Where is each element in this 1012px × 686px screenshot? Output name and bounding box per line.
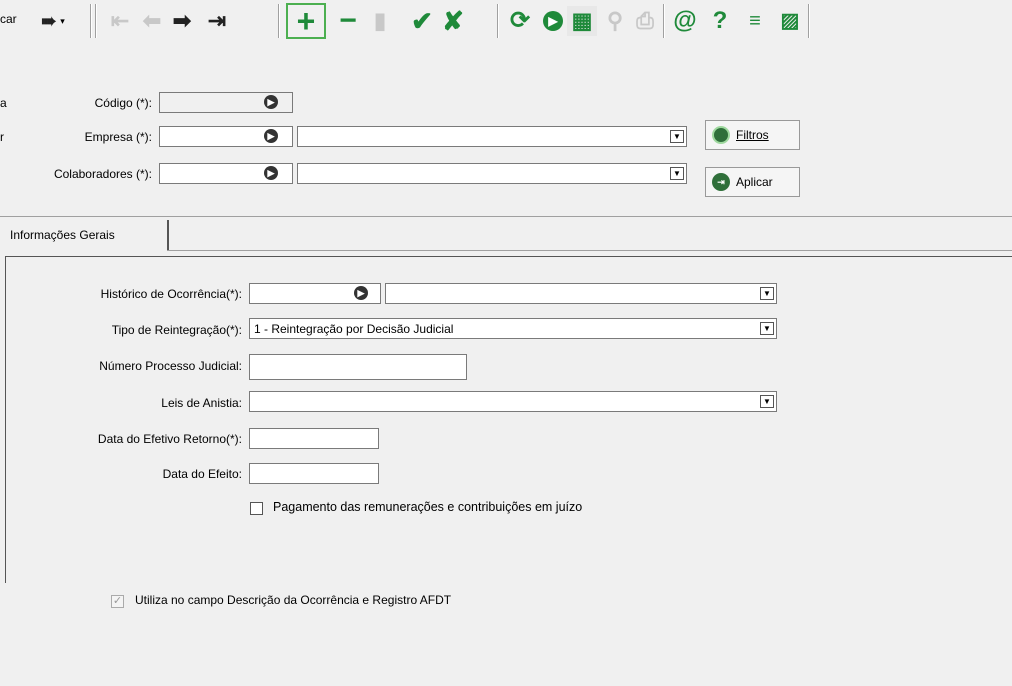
codigo-input[interactable]: ▶ xyxy=(159,92,293,113)
lookup-icon[interactable]: ▶ xyxy=(264,166,278,180)
chevron-down-icon[interactable]: ▼ xyxy=(670,167,684,180)
tab-label: Informações Gerais xyxy=(10,228,115,242)
historico-label: Histórico de Ocorrência(*): xyxy=(100,287,242,301)
chevron-down-icon[interactable]: ▼ xyxy=(760,322,774,335)
colaboradores-code-input[interactable]: ▶ xyxy=(159,163,293,184)
filtros-button[interactable]: Filtros xyxy=(705,120,800,150)
help-icon: ? xyxy=(712,7,728,34)
help-button[interactable]: ? xyxy=(705,6,735,36)
lookup-icon[interactable]: ▶ xyxy=(354,286,368,300)
remove-record-button[interactable]: − xyxy=(333,6,363,36)
utiliza-checkbox[interactable]: ✓ xyxy=(111,595,124,608)
tipo-reintegracao-value: 1 - Reintegração por Decisão Judicial xyxy=(254,322,454,336)
lookup-icon[interactable]: ▶ xyxy=(264,95,278,109)
next-record-icon[interactable]: ➡ xyxy=(167,6,197,36)
leis-anistia-select[interactable]: ▼ xyxy=(249,391,777,412)
tipo-reintegracao-label: Tipo de Reintegração(*): xyxy=(111,323,242,337)
empresa-label: Empresa (*): xyxy=(84,130,152,144)
edge-label-r: r xyxy=(0,130,4,144)
tipo-reintegracao-select[interactable]: 1 - Reintegração por Decisão Judicial ▼ xyxy=(249,318,777,339)
print-button[interactable]: ⎙ xyxy=(630,6,660,36)
numero-processo-label: Número Processo Judicial: xyxy=(99,359,242,373)
clear-grid-button[interactable]: ▨ xyxy=(775,6,805,36)
colaboradores-label: Colaboradores (*): xyxy=(53,167,152,181)
navigate-dropdown-button[interactable]: ➠ ▾ xyxy=(28,6,78,36)
refresh-button[interactable]: ⟳ xyxy=(505,6,535,36)
x-icon: ✘ xyxy=(442,6,464,36)
plus-icon: + xyxy=(296,3,316,39)
leis-anistia-label: Leis de Anistia: xyxy=(161,396,242,410)
filter-circle-icon xyxy=(712,126,730,144)
chevron-down-icon[interactable]: ▼ xyxy=(760,395,774,408)
aplicar-label: Aplicar xyxy=(736,175,773,189)
numero-processo-input[interactable] xyxy=(249,354,467,380)
clear-grid-icon: ▨ xyxy=(780,10,800,32)
grid-button[interactable]: ▦ xyxy=(567,6,597,36)
colaboradores-select[interactable]: ▼ xyxy=(297,163,687,184)
data-efeito-label: Data do Efeito: xyxy=(162,467,242,481)
apply-icon: ⇥ xyxy=(712,173,730,191)
grid-icon: ▦ xyxy=(571,8,593,33)
play-button[interactable]: ▶ xyxy=(538,6,568,36)
lookup-icon[interactable]: ▶ xyxy=(264,129,278,143)
filter-icon: ≡ xyxy=(749,10,761,32)
play-icon: ▶ xyxy=(543,11,563,31)
email-button[interactable]: @ xyxy=(670,6,700,36)
previous-record-icon[interactable]: ⬅ xyxy=(137,6,167,36)
confirm-button[interactable]: ✔ xyxy=(407,6,437,36)
empresa-code-input[interactable]: ▶ xyxy=(159,126,293,147)
check-icon: ✔ xyxy=(411,6,433,36)
minus-icon: − xyxy=(339,4,357,37)
data-efeito-input[interactable] xyxy=(249,463,379,484)
tab-panel xyxy=(5,256,1012,583)
filtros-label: Filtros xyxy=(736,128,769,142)
search-button[interactable]: ⚲ xyxy=(600,6,630,36)
edge-label-a: a xyxy=(0,96,7,110)
aplicar-button[interactable]: ⇥ Aplicar xyxy=(705,167,800,197)
print-icon: ⎙ xyxy=(636,8,654,33)
first-record-icon[interactable]: ⇤ xyxy=(105,6,135,36)
paste-icon[interactable]: ▮ xyxy=(365,6,395,36)
utiliza-label: Utiliza no campo Descrição da Ocorrência… xyxy=(135,593,452,607)
pagamento-checkbox[interactable] xyxy=(250,502,263,515)
codigo-label: Código (*): xyxy=(94,96,152,110)
filter-button[interactable]: ≡ xyxy=(740,6,770,36)
nav-label: car xyxy=(0,12,17,26)
data-retorno-label: Data do Efetivo Retorno(*): xyxy=(97,432,242,446)
refresh-icon: ⟳ xyxy=(509,7,531,34)
search-icon: ⚲ xyxy=(606,8,624,33)
last-record-icon[interactable]: ⇥ xyxy=(202,6,232,36)
empresa-select[interactable]: ▼ xyxy=(297,126,687,147)
at-icon: @ xyxy=(673,7,697,34)
chevron-down-icon[interactable]: ▼ xyxy=(670,130,684,143)
pagamento-label: Pagamento das remunerações e contribuiçõ… xyxy=(273,500,583,514)
add-record-button[interactable]: + xyxy=(286,3,326,39)
cancel-button[interactable]: ✘ xyxy=(438,6,468,36)
toolbar: car ➠ ▾ ⇤ ⬅ ➡ ⇥ + − ▮ ✔ ✘ ⟳ ▶ ▦ ⚲ ⎙ @ ? ≡… xyxy=(0,0,1012,42)
tab-informacoes-gerais[interactable]: Informações Gerais xyxy=(0,220,169,250)
chevron-down-icon[interactable]: ▼ xyxy=(760,287,774,300)
data-retorno-input[interactable] xyxy=(249,428,379,449)
historico-select[interactable]: ▼ xyxy=(385,283,777,304)
historico-code-input[interactable]: ▶ xyxy=(249,283,381,304)
